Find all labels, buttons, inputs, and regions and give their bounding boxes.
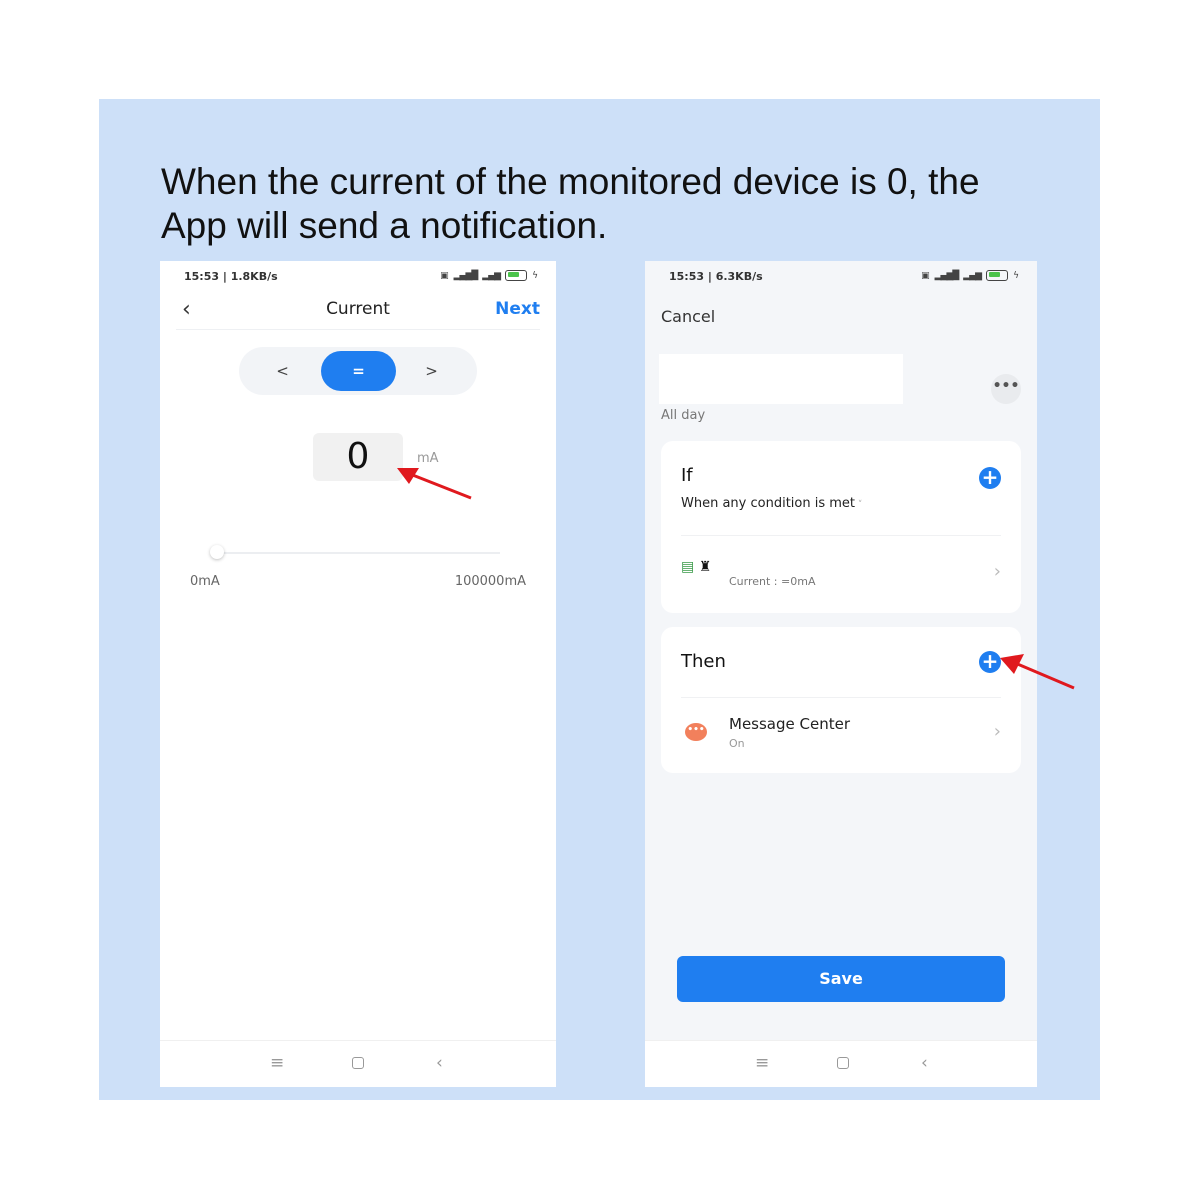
current-value-input[interactable]: 0	[313, 433, 403, 481]
4g-signal-icon: ▂▄▆█	[453, 270, 479, 281]
schedule-label[interactable]: All day	[661, 408, 705, 423]
back-nav-icon[interactable]: ‹	[921, 1053, 928, 1073]
then-card: Then + ••• Message Center On ›	[661, 627, 1021, 773]
comparator-less-than[interactable]: <	[245, 351, 320, 391]
hd-icon: ▣	[921, 270, 930, 281]
cancel-button[interactable]: Cancel	[661, 307, 715, 326]
more-options-button[interactable]: •••	[991, 374, 1021, 404]
next-button[interactable]: Next	[495, 299, 540, 319]
caption-text: When the current of the monitored device…	[161, 161, 980, 246]
annotation-arrow-value	[397, 468, 472, 500]
phone-screen-scene: 15:53 | 6.3KB/s ▣ ▂▄▆█ ▂▄▆ ϟ Cancel ••• …	[645, 261, 1037, 1087]
menu-icon[interactable]: ≡	[270, 1053, 284, 1073]
slider-min-label: 0mA	[190, 574, 220, 589]
annotation-arrow-add-action	[1000, 654, 1075, 690]
device-icon: ▤ ♜	[681, 559, 712, 575]
comparator-equal[interactable]: =	[321, 351, 396, 391]
slider-max-label: 100000mA	[454, 574, 526, 589]
chevron-right-icon: ›	[993, 561, 1001, 582]
back-nav-icon[interactable]: ‹	[436, 1053, 443, 1073]
battery-icon	[505, 270, 528, 281]
then-title: Then	[681, 651, 726, 672]
arrow-shaft	[404, 470, 472, 500]
battery-icon	[986, 270, 1009, 281]
current-slider-thumb[interactable]	[210, 545, 224, 559]
card-divider	[681, 535, 1001, 536]
menu-icon[interactable]: ≡	[755, 1053, 769, 1073]
hd-icon: ▣	[440, 270, 449, 281]
4g-signal-icon: ▂▄▆█	[934, 270, 960, 281]
comparator-greater-than[interactable]: >	[394, 351, 469, 391]
charging-icon: ϟ	[1013, 270, 1019, 281]
scene-name-field[interactable]	[659, 354, 903, 404]
condition-mode-dropdown[interactable]: When any condition is met ˅	[681, 496, 862, 511]
header-divider	[176, 329, 540, 330]
message-center-icon: •••	[685, 723, 707, 741]
status-time: 15:53 | 1.8KB/s	[184, 270, 278, 283]
current-slider-track[interactable]	[216, 552, 500, 554]
action-row[interactable]: ••• Message Center On ›	[661, 713, 1021, 753]
condition-mode-label: When any condition is met	[681, 496, 856, 511]
charging-icon: ϟ	[532, 270, 538, 281]
condition-row[interactable]: ▤ ♜ Current : =0mA ›	[661, 559, 1021, 599]
phone-screen-current: 15:53 | 1.8KB/s ▣ ▂▄▆█ ▂▄▆ ϟ ‹ Current N…	[160, 261, 556, 1087]
home-icon[interactable]	[352, 1053, 364, 1074]
add-condition-button[interactable]: +	[979, 467, 1001, 489]
signal-icon: ▂▄▆	[963, 270, 982, 281]
signal-icon: ▂▄▆	[482, 270, 501, 281]
condition-text: Current : =0mA	[729, 575, 816, 588]
action-subtitle: On	[729, 737, 745, 750]
card-divider	[681, 697, 1001, 698]
chevron-down-icon: ˅	[855, 500, 863, 510]
status-icons: ▣ ▂▄▆█ ▂▄▆ ϟ	[440, 270, 538, 281]
if-title: If	[681, 465, 693, 486]
home-icon[interactable]	[837, 1053, 849, 1074]
save-button[interactable]: Save	[677, 956, 1005, 1002]
action-title: Message Center	[729, 715, 850, 733]
status-icons: ▣ ▂▄▆█ ▂▄▆ ϟ	[921, 270, 1019, 281]
if-card: If + When any condition is met ˅ ▤ ♜ Cur…	[661, 441, 1021, 613]
chevron-right-icon: ›	[993, 721, 1001, 742]
status-time: 15:53 | 6.3KB/s	[669, 270, 763, 283]
system-navbar: ≡ ‹	[160, 1040, 556, 1087]
comparator-selector: < = >	[239, 347, 477, 395]
system-navbar: ≡ ‹	[645, 1040, 1037, 1087]
